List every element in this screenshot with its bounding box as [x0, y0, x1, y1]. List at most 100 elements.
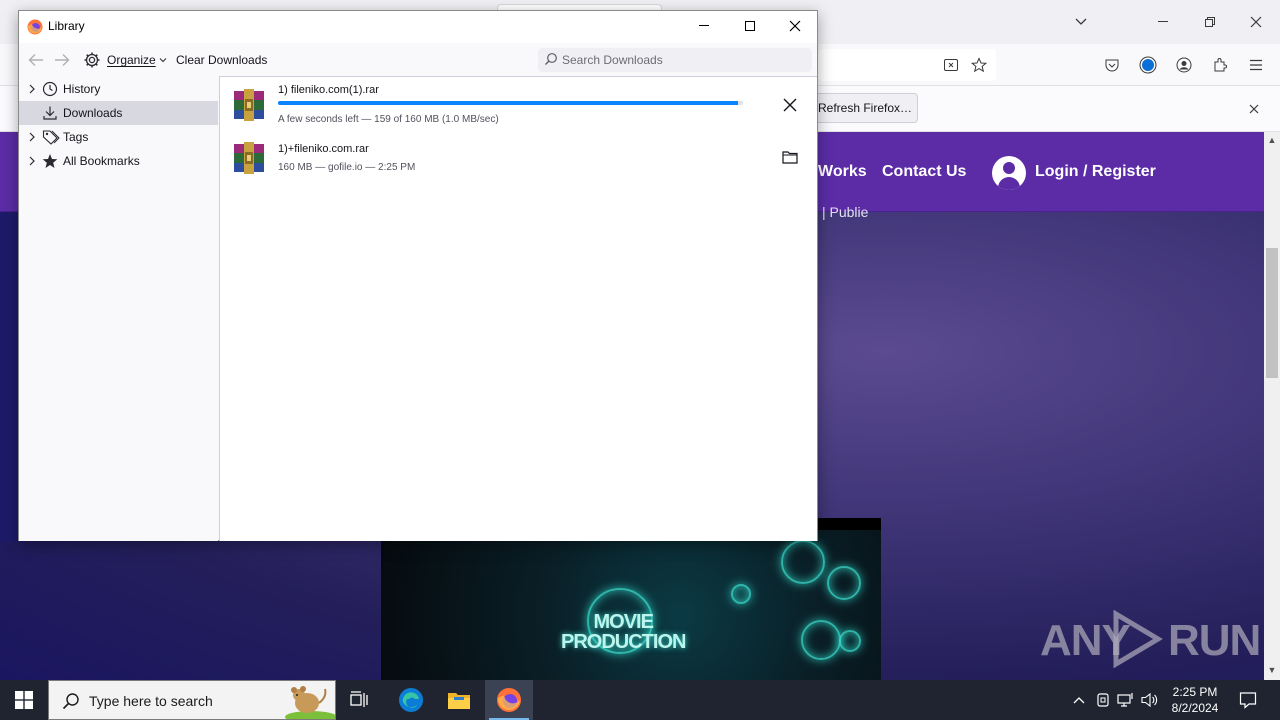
nav-link-login[interactable]: Login / Register: [1035, 163, 1156, 181]
chevron-up-icon[interactable]: [1069, 690, 1089, 710]
organize-button[interactable]: Organize: [83, 49, 167, 71]
chevron-right-icon[interactable]: [27, 84, 37, 94]
video-title-line1: MOVIE: [593, 611, 654, 633]
bookmark-star-icon[interactable]: [968, 54, 990, 76]
winrar-archive-icon: [234, 142, 264, 174]
sidebar-item-label: Downloads: [63, 106, 123, 120]
watermark-play-icon: [1113, 610, 1163, 668]
volume-icon[interactable]: [1140, 690, 1160, 710]
minimize-icon[interactable]: [682, 11, 728, 41]
extension-blue-icon[interactable]: [1137, 54, 1159, 76]
taskbar-file-explorer[interactable]: [435, 680, 483, 720]
scrollbar-thumb[interactable]: [1266, 248, 1278, 378]
firefox-icon: [27, 19, 43, 35]
cancel-download-button[interactable]: [778, 93, 802, 117]
task-view-icon: [350, 691, 368, 707]
download-progress-fill: [278, 101, 739, 105]
tag-icon: [42, 130, 60, 145]
download-icon: [43, 106, 57, 120]
decorative-band: [0, 212, 18, 542]
decorative-orb: [827, 566, 861, 600]
open-folder-button[interactable]: [778, 145, 802, 169]
notifications-icon[interactable]: [1237, 690, 1259, 710]
download-status: 160 MB — gofile.io — 2:25 PM: [278, 162, 416, 173]
sidebar-item-label: Tags: [63, 130, 89, 144]
sidebar-item-all-bookmarks[interactable]: All Bookmarks: [19, 149, 218, 173]
taskbar-search-placeholder: Type here to search: [89, 693, 213, 709]
reader-view-icon[interactable]: [940, 54, 962, 76]
file-explorer-icon: [448, 693, 470, 709]
downloads-list: 1) fileniko.com(1).rar A few seconds lef…: [219, 76, 817, 541]
download-item[interactable]: 1)+fileniko.com.rar 160 MB — gofile.io —…: [220, 137, 817, 197]
clear-downloads-button[interactable]: Clear Downloads: [176, 49, 267, 71]
download-progress-bar: [278, 101, 743, 105]
chevron-right-icon[interactable]: [27, 156, 37, 166]
star-icon: [42, 154, 58, 168]
scroll-down-icon[interactable]: ▼: [1267, 665, 1277, 677]
library-sidebar: History Downloads Tags All Bookmarks: [19, 76, 218, 541]
search-input[interactable]: [562, 51, 802, 69]
menu-icon[interactable]: [1245, 54, 1267, 76]
search-downloads-field[interactable]: [538, 48, 812, 72]
search-icon: [545, 53, 557, 65]
back-arrow-icon[interactable]: [25, 49, 47, 71]
close-icon[interactable]: [1244, 99, 1264, 119]
pocket-icon[interactable]: [1101, 54, 1123, 76]
task-view-button[interactable]: [336, 680, 384, 720]
gear-icon: [84, 52, 100, 68]
decorative-orb: [801, 620, 841, 660]
nav-link-contact[interactable]: Contact Us: [882, 163, 966, 181]
decorative-orb: [781, 540, 825, 584]
video-top-edge: [818, 518, 881, 530]
forward-arrow-icon[interactable]: [51, 49, 73, 71]
sidebar-item-downloads[interactable]: Downloads: [19, 101, 218, 125]
taskbar-firefox[interactable]: [485, 680, 533, 720]
site-subtext: | Publie: [822, 204, 869, 220]
network-icon[interactable]: [1116, 690, 1136, 710]
library-titlebar[interactable]: Library: [19, 11, 817, 43]
extensions-icon[interactable]: [1209, 54, 1231, 76]
sidebar-item-tags[interactable]: Tags: [19, 125, 218, 149]
sidebar-item-history[interactable]: History: [19, 77, 218, 101]
user-avatar-icon[interactable]: [992, 156, 1026, 190]
clock-time: 2:25 PM: [1172, 685, 1218, 699]
scroll-up-icon[interactable]: ▲: [1267, 135, 1277, 147]
search-highlight-illustration-icon: [285, 686, 335, 719]
library-window: Library Organize Clear Downloads Search …: [18, 10, 818, 541]
account-icon[interactable]: [1173, 54, 1195, 76]
nav-link-works[interactable]: Works: [818, 163, 867, 181]
page-scrollbar[interactable]: ▲ ▼: [1264, 132, 1280, 680]
watermark-run: RUN: [1168, 616, 1261, 665]
search-icon: [62, 693, 79, 710]
download-item[interactable]: 1) fileniko.com(1).rar A few seconds lef…: [220, 77, 817, 137]
maximize-icon[interactable]: [727, 11, 773, 41]
device-icon[interactable]: [1093, 690, 1113, 710]
library-title: Library: [48, 19, 85, 33]
decorative-orb: [839, 630, 861, 652]
video-player[interactable]: MOVIE PRODUCTION: [381, 518, 881, 680]
system-clock[interactable]: 2:25 PM 8/2/2024: [1162, 684, 1228, 716]
video-title: MOVIE PRODUCTION: [561, 611, 686, 653]
cancel-icon: [783, 98, 797, 112]
firefox-icon: [497, 688, 521, 712]
clock-icon: [42, 81, 58, 97]
close-icon[interactable]: [1233, 8, 1279, 36]
download-status: A few seconds left — 159 of 160 MB (1.0 …: [278, 114, 499, 125]
download-filename: 1) fileniko.com(1).rar: [278, 84, 379, 96]
start-button[interactable]: [0, 680, 48, 720]
taskbar-edge[interactable]: [387, 680, 435, 720]
video-title-line2: PRODUCTION: [561, 631, 686, 653]
close-icon[interactable]: [772, 11, 818, 41]
folder-icon: [782, 151, 798, 164]
refresh-firefox-button[interactable]: Refresh Firefox…: [812, 93, 918, 123]
chevron-right-icon[interactable]: [27, 132, 37, 142]
taskbar-search-box[interactable]: Type here to search: [48, 680, 336, 720]
chevron-down-icon[interactable]: [1068, 10, 1094, 34]
winrar-archive-icon: [234, 89, 264, 121]
edge-icon: [399, 688, 423, 712]
restore-icon[interactable]: [1187, 8, 1233, 36]
sidebar-item-label: All Bookmarks: [63, 154, 140, 168]
organize-label: Organize: [107, 53, 156, 67]
library-toolbar: Organize Clear Downloads: [19, 43, 817, 76]
minimize-icon[interactable]: [1141, 8, 1187, 36]
